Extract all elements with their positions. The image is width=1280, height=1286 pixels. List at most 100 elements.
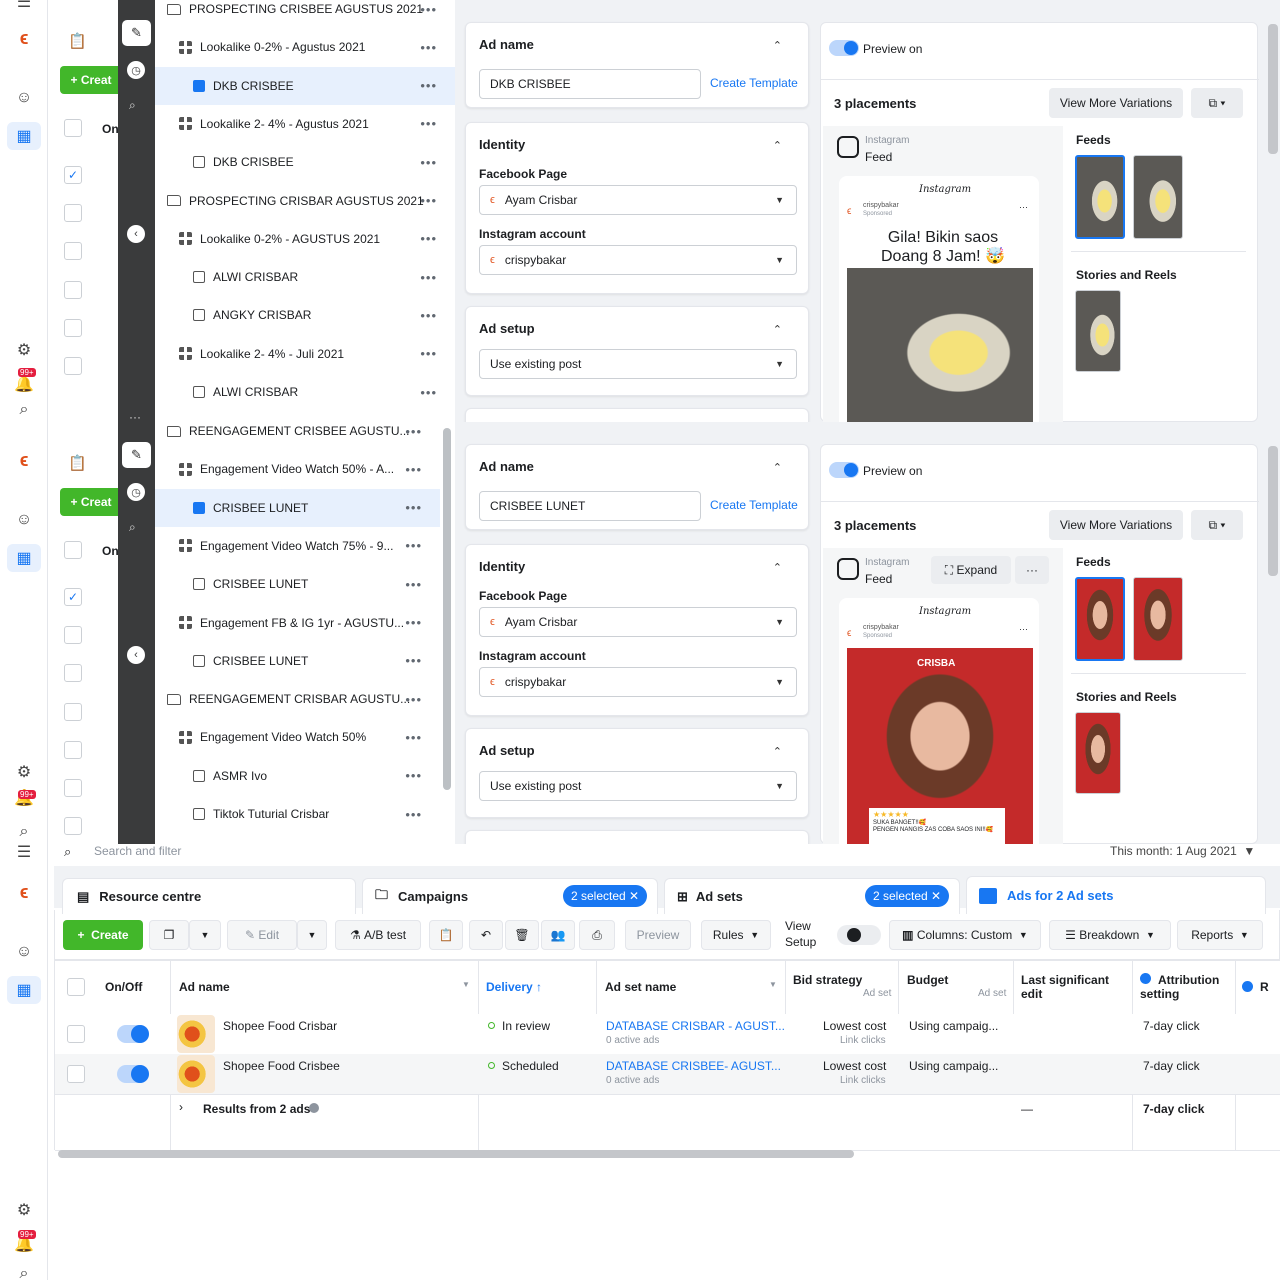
more-options-icon[interactable]: ••• — [420, 40, 437, 55]
sort-icon[interactable]: ▼ — [462, 980, 470, 989]
tree-campaign-row[interactable]: REENGAGEMENT CRISBEE AGUSTU... ••• — [155, 422, 440, 450]
search-icon[interactable]: ⌕ — [12, 398, 36, 422]
header-checkbox[interactable] — [64, 541, 82, 559]
search-icon[interactable]: ⌕ — [129, 520, 136, 535]
open-external-button[interactable]: ⧉ ▾ — [1191, 510, 1243, 540]
col-delivery[interactable]: Delivery ↑ — [486, 980, 542, 994]
collapse-chevron-icon[interactable]: ⌃ — [773, 745, 782, 758]
tree-ad-row[interactable]: DKB CRISBEE ••• — [155, 66, 455, 105]
collapse-chevron-icon[interactable]: ⌃ — [773, 39, 782, 52]
story-thumbnail[interactable] — [1075, 290, 1121, 372]
brand-logo-icon[interactable]: ϵ — [12, 448, 36, 472]
collapse-chevron-icon[interactable]: ‹ — [127, 646, 145, 664]
more-options-icon[interactable]: ••• — [420, 2, 437, 17]
open-external-button[interactable]: ⧉ ▾ — [1191, 88, 1243, 118]
clipboard-button[interactable]: 📋 — [429, 920, 463, 950]
ab-test-button[interactable]: ⚗ A/B test — [335, 920, 421, 950]
tab-resource-centre[interactable]: ▤ Resource centre — [62, 878, 356, 914]
search-icon[interactable]: ⌕ — [12, 1262, 36, 1286]
edit-pencil-icon[interactable]: ✎ — [122, 20, 151, 46]
tree-ad-row[interactable]: ALWI CRISBAR ••• — [155, 373, 455, 411]
more-options-icon[interactable]: ••• — [405, 807, 422, 822]
create-template-link[interactable]: Create Template — [710, 76, 798, 90]
feed-thumbnail[interactable] — [1133, 577, 1183, 661]
preview-scrollbar[interactable] — [1268, 446, 1278, 576]
edit-pencil-icon[interactable]: ✎ — [122, 442, 151, 468]
gear-icon[interactable]: ⚙ — [12, 338, 36, 362]
gear-icon[interactable]: ⚙ — [12, 760, 36, 784]
duplicate-button[interactable]: ❐ — [149, 920, 189, 950]
preview-button[interactable]: Preview — [625, 920, 691, 950]
row-checkbox[interactable] — [64, 626, 82, 644]
row-checkbox[interactable] — [64, 319, 82, 337]
horizontal-scrollbar[interactable] — [58, 1150, 854, 1158]
tree-adset-row[interactable]: Lookalike 0-2% - Agustus 2021 ••• — [155, 28, 455, 66]
row-checkbox[interactable] — [64, 779, 82, 797]
row-checkbox[interactable] — [64, 204, 82, 222]
undo-button[interactable]: ↶ — [469, 920, 503, 950]
row-checkbox[interactable] — [67, 1065, 85, 1083]
row-checkbox[interactable] — [64, 357, 82, 375]
tree-campaign-row[interactable]: PROSPECTING CRISBAR AGUSTUS 2021 ••• — [155, 182, 455, 220]
more-options-icon[interactable]: ••• — [420, 270, 437, 285]
emoji-face-icon[interactable]: ☺ — [12, 508, 36, 532]
reports-button[interactable]: Reports ▼ — [1177, 920, 1263, 950]
tree-adset-row[interactable]: Engagement Video Watch 50% - A... ••• — [155, 450, 440, 488]
collapse-chevron-icon[interactable]: ⌃ — [773, 323, 782, 336]
select-all-checkbox[interactable] — [67, 978, 85, 996]
expand-button[interactable]: ⛶ Expand — [931, 556, 1011, 584]
more-options-icon[interactable]: ••• — [405, 615, 422, 630]
post-more-icon[interactable]: ··· — [1019, 624, 1028, 634]
tree-campaign-row[interactable]: REENGAGEMENT CRISBAR AGUSTU... ••• — [155, 680, 440, 718]
col-budget[interactable]: Budget — [907, 973, 948, 987]
more-options-icon[interactable]: ••• — [420, 308, 437, 323]
view-more-variations-button[interactable]: View More Variations — [1049, 88, 1183, 118]
ad-setup-select[interactable]: Use existing post ▼ — [479, 349, 797, 379]
ad-name-cell[interactable]: Shopee Food Crisbee — [223, 1059, 340, 1073]
clipboard-icon[interactable]: 📋 — [68, 32, 87, 50]
more-options-icon[interactable]: ••• — [405, 462, 422, 477]
adsets-selected-pill[interactable]: 2 selected ✕ — [865, 885, 950, 907]
tree-ad-row[interactable]: ASMR Ivo ••• — [155, 757, 440, 795]
preview-scrollbar[interactable] — [1268, 24, 1278, 154]
more-options-icon[interactable]: ••• — [420, 193, 437, 208]
tree-ad-row[interactable]: DKB CRISBEE ••• — [155, 143, 455, 181]
instagram-account-select[interactable]: ϵ crispybakar ▼ — [479, 667, 797, 697]
tree-ad-row[interactable]: ANGKY CRISBAR ••• — [155, 296, 455, 334]
tree-adset-row[interactable]: Engagement FB & IG 1yr - AGUSTU... ••• — [155, 604, 440, 642]
ad-onoff-toggle[interactable] — [117, 1065, 149, 1083]
tree-adset-row[interactable]: Lookalike 0-2% - AGUSTUS 2021 ••• — [155, 220, 455, 258]
more-options-icon[interactable]: ••• — [405, 500, 422, 515]
menu-icon[interactable]: ☰ — [12, 840, 36, 864]
facebook-page-select[interactable]: ϵ Ayam Crisbar ▼ — [479, 607, 797, 637]
more-options-icon[interactable]: ••• — [420, 78, 437, 93]
collapse-chevron-icon[interactable]: ‹ — [127, 225, 145, 243]
post-more-icon[interactable]: ··· — [1019, 202, 1028, 212]
row-checkbox[interactable]: ✓ — [64, 588, 82, 606]
collapse-chevron-icon[interactable]: ⌃ — [773, 461, 782, 474]
ad-name-cell[interactable]: Shopee Food Crisbar — [223, 1019, 337, 1033]
emoji-face-icon[interactable]: ☺ — [12, 940, 36, 964]
tree-ad-row[interactable]: ALWI CRISBAR ••• — [155, 258, 455, 296]
tree-adset-row[interactable]: Engagement Video Watch 50% ••• — [155, 718, 440, 756]
row-checkbox[interactable] — [67, 1025, 85, 1043]
row-checkbox[interactable] — [64, 741, 82, 759]
ad-onoff-toggle[interactable] — [117, 1025, 149, 1043]
col-ad-name[interactable]: Ad name — [179, 980, 230, 994]
more-options-icon[interactable]: ••• — [405, 768, 422, 783]
expand-results-icon[interactable]: › — [179, 1100, 183, 1114]
instagram-account-select[interactable]: ϵ crispybakar ▼ — [479, 245, 797, 275]
more-options-icon[interactable]: ••• — [405, 538, 422, 553]
facebook-page-select[interactable]: ϵ Ayam Crisbar ▼ — [479, 185, 797, 215]
ad-name-input[interactable]: CRISBEE LUNET — [479, 491, 701, 521]
clipboard-icon[interactable]: 📋 — [68, 454, 87, 472]
tree-adset-row[interactable]: Lookalike 2- 4% - Agustus 2021 ••• — [155, 105, 455, 143]
col-r[interactable]: R — [1260, 980, 1269, 994]
edit-dropdown[interactable]: ▼ — [297, 920, 327, 950]
row-checkbox[interactable] — [64, 703, 82, 721]
view-setup-toggle[interactable] — [837, 925, 881, 945]
tree-adset-row[interactable]: Lookalike 2- 4% - Juli 2021 ••• — [155, 335, 455, 373]
tree-ad-row[interactable]: Tiktok Tuturial Crisbar ••• — [155, 795, 440, 833]
duplicate-dropdown[interactable]: ▼ — [189, 920, 221, 950]
gear-icon[interactable]: ⚙ — [12, 1198, 36, 1222]
